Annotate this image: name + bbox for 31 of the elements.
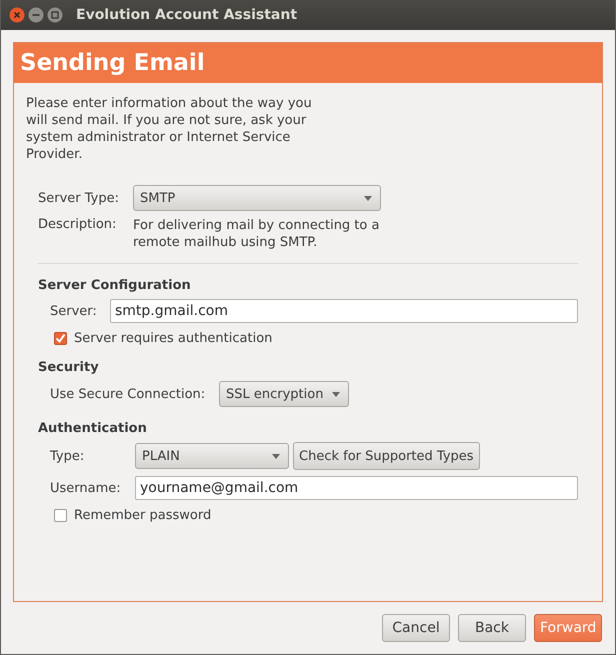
maximize-icon[interactable] — [47, 7, 63, 23]
description-text: For delivering mail by connecting to a remote mailhub using SMTP. — [133, 217, 380, 251]
minimize-icon[interactable] — [28, 7, 44, 23]
check-types-button[interactable]: Check for Supported Types — [293, 442, 480, 470]
auth-type-dropdown[interactable]: PLAIN — [135, 443, 289, 469]
intro-text: Please enter information about the way you will send mail. If you are not sure, ask your system administrator or Internet Service Provider. — [26, 95, 313, 163]
field-label: Use Secure Connection: — [50, 386, 206, 402]
username-field[interactable]: yourname@gmail.com — [135, 476, 578, 500]
caret-icon — [364, 196, 372, 200]
field-label: Description: — [38, 217, 118, 232]
field-label: Server Type: — [38, 190, 120, 206]
checkbox[interactable] — [54, 332, 67, 345]
caret-icon — [272, 454, 280, 458]
section-heading: Authentication — [38, 421, 148, 436]
page-title: Sending Email — [20, 50, 205, 76]
secure-connection-dropdown[interactable]: SSL encryption — [219, 381, 349, 407]
checkbox[interactable] — [54, 509, 67, 522]
field-label: Server: — [50, 304, 98, 318]
field-label: Username: — [50, 480, 122, 496]
caret-icon — [332, 392, 340, 396]
close-icon[interactable] — [9, 7, 25, 23]
field-label: Type: — [50, 448, 86, 464]
remember-checkbox-row[interactable]: Remember password — [54, 508, 578, 523]
window-title: Evolution Account Assistant — [76, 7, 298, 23]
dialog-button[interactable]: Back — [458, 614, 526, 642]
auth-checkbox-row[interactable]: Server requires authentication — [54, 331, 578, 346]
section-heading: Security — [38, 360, 100, 375]
server-field[interactable]: smtp.gmail.com — [110, 299, 578, 323]
section-heading: Server Configuration — [38, 278, 192, 293]
dialog-button[interactable]: Cancel — [382, 614, 450, 642]
server-type-dropdown[interactable]: SMTP — [133, 185, 381, 211]
